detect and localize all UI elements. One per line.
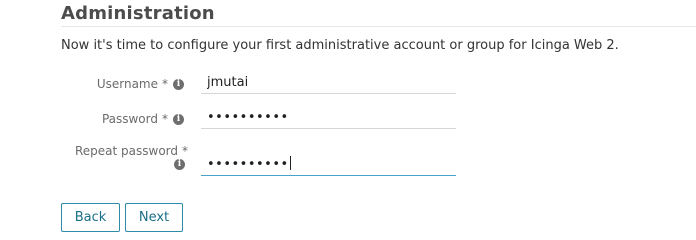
password-label-text: Password	[101, 112, 158, 126]
info-icon[interactable]: i	[173, 79, 184, 90]
username-field[interactable]	[201, 72, 456, 94]
required-marker: *	[182, 144, 188, 158]
username-label: Username *	[97, 77, 168, 91]
info-icon[interactable]: i	[173, 114, 184, 125]
repeat-password-field[interactable]	[201, 154, 456, 176]
username-label-text: Username	[96, 77, 158, 91]
title-divider	[61, 26, 696, 27]
repeat-password-label: Repeat password *	[75, 144, 188, 158]
required-marker: *	[162, 112, 168, 126]
next-button[interactable]: Next	[125, 203, 183, 232]
page-title: Administration	[61, 3, 215, 24]
required-marker: *	[162, 77, 168, 91]
intro-text: Now it's time to configure your first ad…	[61, 38, 619, 53]
info-icon[interactable]: i	[174, 159, 185, 170]
password-field[interactable]	[201, 107, 456, 129]
back-button[interactable]: Back	[61, 203, 120, 232]
password-label: Password *	[102, 112, 168, 126]
repeat-password-label-text: Repeat password	[74, 144, 178, 158]
